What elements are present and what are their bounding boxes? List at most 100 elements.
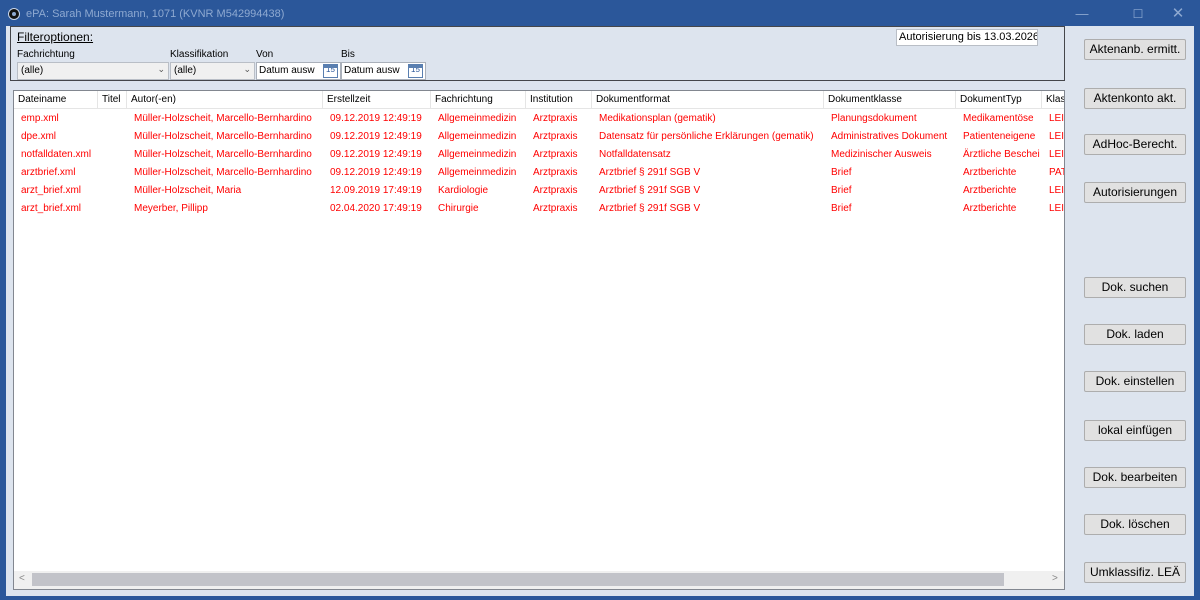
- cell-dokumentklasse: Planungsdokument: [831, 113, 917, 124]
- column-header-institution[interactable]: Institution: [526, 91, 592, 108]
- column-header-dokumentformat[interactable]: Dokumentformat: [592, 91, 824, 108]
- von-date-picker[interactable]: Datum ausw 15: [256, 62, 341, 80]
- cell-titel: [98, 182, 127, 200]
- cell-fachrichtung: Allgemeinmedizin: [438, 167, 517, 178]
- lokal-einfuegen-button[interactable]: lokal einfügen: [1084, 420, 1186, 441]
- filter-panel: Filteroptionen: Autorisierung bis 13.03.…: [10, 26, 1065, 81]
- cell-klas: LEI: [1049, 131, 1065, 142]
- calendar-day: 15: [326, 65, 335, 74]
- table-row[interactable]: arzt_brief.xml Meyerber, Pillipp 02.04.2…: [14, 200, 1064, 218]
- window-title: ePA: Sarah Mustermann, 1071 (KVNR M54299…: [26, 8, 285, 20]
- chevron-down-icon: ⌄: [243, 64, 251, 74]
- close-button[interactable]: ✕: [1158, 4, 1198, 24]
- cell-fachrichtung: Allgemeinmedizin: [438, 149, 517, 160]
- cell-erstellzeit: 09.12.2019 12:49:19: [330, 167, 422, 178]
- column-header-dokumenttyp[interactable]: DokumentTyp: [956, 91, 1042, 108]
- column-header-dateiname[interactable]: Dateiname: [14, 91, 98, 108]
- cell-klas: LEI: [1049, 149, 1065, 160]
- cell-titel: [98, 200, 127, 218]
- table-row[interactable]: emp.xml Müller-Holzscheit, Marcello-Bern…: [14, 110, 1064, 128]
- dokument-suchen-button[interactable]: Dok. suchen: [1084, 277, 1186, 298]
- table-row[interactable]: dpe.xml Müller-Holzscheit, Marcello-Bern…: [14, 128, 1065, 146]
- cell-erstellzeit: 09.12.2019 12:49:19: [330, 113, 422, 124]
- fachrichtung-label: Fachrichtung: [17, 49, 75, 60]
- column-header-erstellzeit[interactable]: Erstellzeit: [323, 91, 431, 108]
- bis-label: Bis: [341, 49, 355, 60]
- table-row[interactable]: arzt_brief.xml Müller-Holzscheit, Maria …: [14, 182, 1065, 200]
- cell-klas: LEI: [1049, 185, 1065, 196]
- cell-dokumenttyp: Medikamentöse: [963, 113, 1034, 124]
- calendar-icon[interactable]: 15: [408, 64, 423, 78]
- cell-dokumentklasse: Administratives Dokument: [831, 131, 948, 142]
- cell-titel: [98, 110, 127, 128]
- column-header-titel[interactable]: Titel: [98, 91, 127, 108]
- cell-autor: Müller-Holzscheit, Marcello-Bernhardino: [134, 149, 312, 160]
- cell-dateiname: arzt_brief.xml: [21, 203, 82, 214]
- cell-dateiname: arztbrief.xml: [21, 167, 76, 178]
- calendar-icon[interactable]: 15: [323, 64, 338, 78]
- column-header-autor[interactable]: Autor(-en): [127, 91, 323, 108]
- scrollbar-thumb[interactable]: [32, 573, 1004, 586]
- adhoc-berechtigung-button[interactable]: AdHoc-Berecht.: [1084, 134, 1186, 155]
- maximize-button[interactable]: ☐: [1118, 4, 1158, 24]
- cell-dateiname: dpe.xml: [21, 131, 57, 142]
- autorisierungen-button[interactable]: Autorisierungen: [1084, 182, 1186, 203]
- column-header-dokumentklasse[interactable]: Dokumentklasse: [824, 91, 956, 108]
- cell-titel: [98, 146, 127, 164]
- cell-klas: PAT: [1049, 167, 1064, 178]
- bis-placeholder: Datum ausw: [344, 65, 400, 76]
- table-row[interactable]: notfalldaten.xml Müller-Holzscheit, Marc…: [14, 146, 1065, 164]
- cell-institution: Arztpraxis: [533, 185, 578, 196]
- scroll-left-icon[interactable]: <: [19, 573, 25, 584]
- cell-autor: Müller-Holzscheit, Marcello-Bernhardino: [134, 113, 312, 124]
- cell-dateiname: notfalldaten.xml: [21, 149, 92, 160]
- column-header-klas[interactable]: Klas: [1042, 91, 1064, 108]
- cell-dokumenttyp: Arztberichte: [963, 167, 1017, 178]
- column-header-fachrichtung[interactable]: Fachrichtung: [431, 91, 526, 108]
- cell-dokumentformat: Datensatz für persönliche Erklärungen (g…: [599, 131, 814, 142]
- cell-fachrichtung: Allgemeinmedizin: [438, 113, 517, 124]
- aktenkonto-aktualisieren-button[interactable]: Aktenkonto akt.: [1084, 88, 1186, 109]
- cell-dokumentklasse: Brief: [831, 185, 852, 196]
- bis-date-picker[interactable]: Datum ausw 15: [341, 62, 426, 80]
- cell-dokumentformat: Arztbrief § 291f SGB V: [599, 167, 701, 178]
- minimize-button[interactable]: —: [1062, 4, 1102, 24]
- aktenanbieter-ermitteln-button[interactable]: Aktenanb. ermitt.: [1084, 39, 1186, 60]
- dokument-laden-button[interactable]: Dok. laden: [1084, 324, 1186, 345]
- horizontal-scrollbar[interactable]: < >: [14, 571, 1064, 589]
- umklassifizieren-button[interactable]: Umklassifiz. LEÄ: [1084, 562, 1186, 583]
- dokument-einstellen-button[interactable]: Dok. einstellen: [1084, 371, 1186, 392]
- cell-institution: Arztpraxis: [533, 167, 578, 178]
- cell-titel: [98, 128, 127, 146]
- title-bar: ePA: Sarah Mustermann, 1071 (KVNR M54299…: [0, 0, 1200, 28]
- dokument-loeschen-button[interactable]: Dok. löschen: [1084, 514, 1186, 535]
- app-icon: [8, 8, 20, 20]
- table-row[interactable]: arztbrief.xml Müller-Holzscheit, Marcell…: [14, 164, 1064, 182]
- fachrichtung-select[interactable]: (alle) ⌄: [17, 62, 169, 80]
- cell-erstellzeit: 02.04.2020 17:49:19: [330, 203, 422, 214]
- document-table: Dateiname Titel Autor(-en) Erstellzeit F…: [13, 90, 1065, 590]
- filter-heading: Filteroptionen:: [17, 30, 94, 44]
- klassifikation-value: (alle): [174, 65, 197, 76]
- scroll-right-icon[interactable]: >: [1052, 573, 1058, 584]
- cell-dateiname: emp.xml: [21, 113, 59, 124]
- cell-institution: Arztpraxis: [533, 131, 578, 142]
- cell-dokumentformat: Arztbrief § 291f SGB V: [599, 185, 701, 196]
- von-label: Von: [256, 49, 274, 60]
- cell-dokumentklasse: Medizinischer Ausweis: [831, 149, 932, 160]
- cell-dokumentklasse: Brief: [831, 167, 852, 178]
- klassifikation-select[interactable]: (alle) ⌄: [170, 62, 255, 80]
- cell-dokumenttyp: Arztberichte: [963, 203, 1017, 214]
- cell-institution: Arztpraxis: [533, 113, 578, 124]
- cell-erstellzeit: 09.12.2019 12:49:19: [330, 131, 422, 142]
- cell-dokumenttyp: Ärztliche Beschei: [963, 149, 1040, 160]
- calendar-day: 15: [411, 65, 420, 74]
- cell-dokumenttyp: Arztberichte: [963, 185, 1017, 196]
- dokument-bearbeiten-button[interactable]: Dok. bearbeiten: [1084, 467, 1186, 488]
- cell-dokumenttyp: Patienteneigene: [963, 131, 1036, 142]
- cell-erstellzeit: 09.12.2019 12:49:19: [330, 149, 422, 160]
- cell-fachrichtung: Kardiologie: [438, 185, 489, 196]
- cell-autor: Meyerber, Pillipp: [134, 203, 208, 214]
- cell-dateiname: arzt_brief.xml: [21, 185, 82, 196]
- cell-fachrichtung: Allgemeinmedizin: [438, 131, 517, 142]
